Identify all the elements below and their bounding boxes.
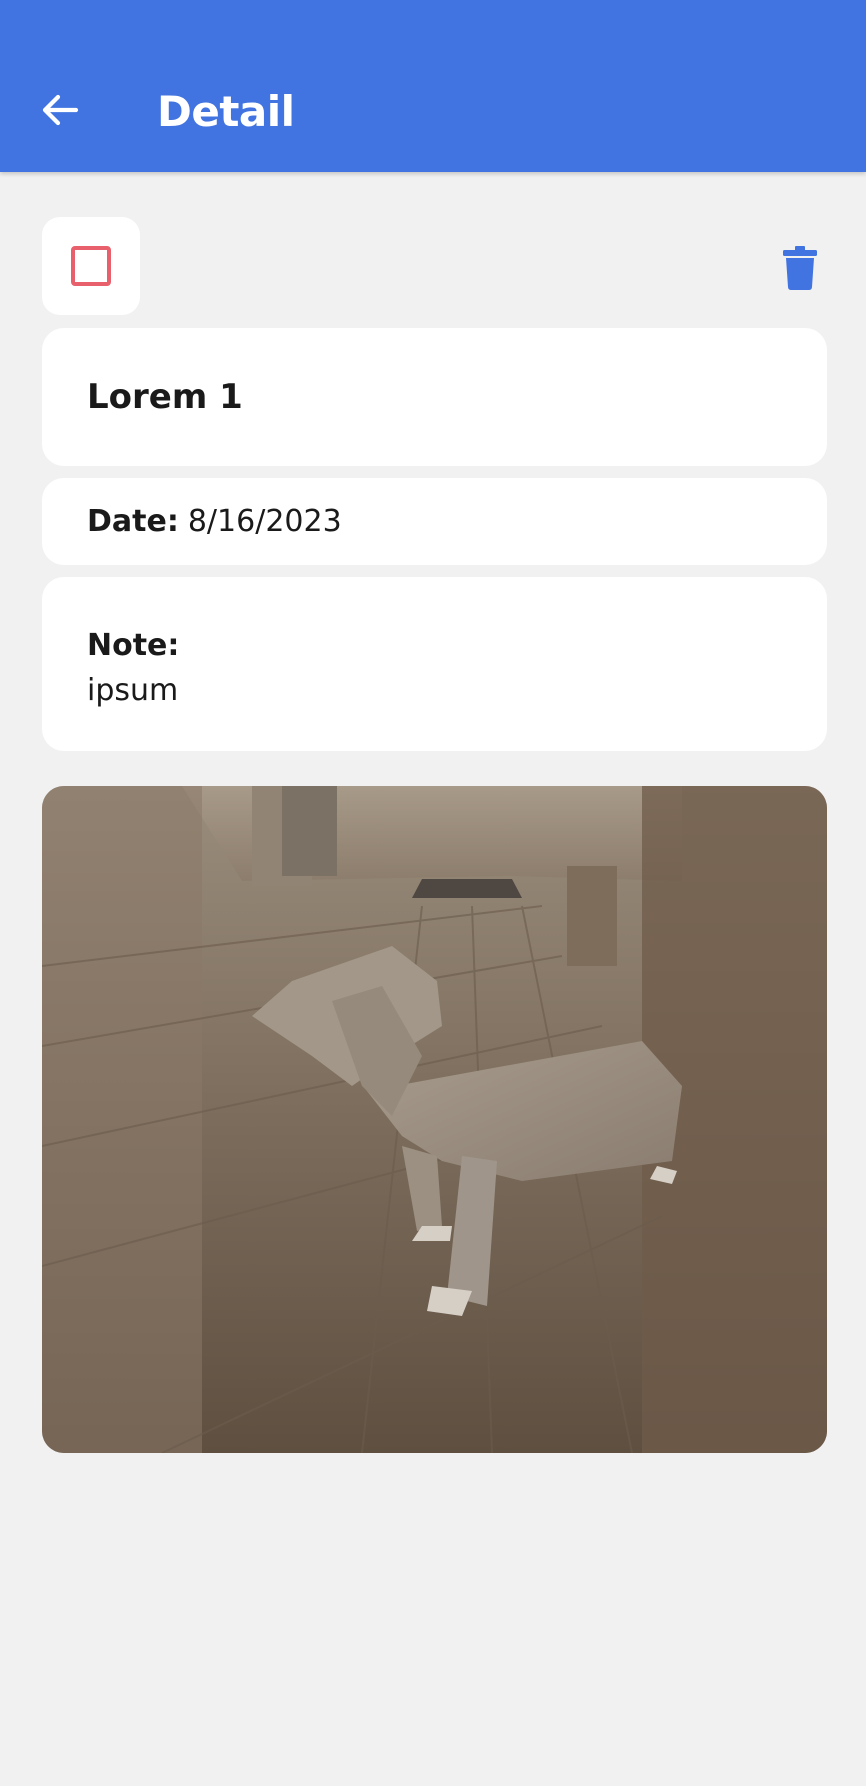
photo-illustration bbox=[42, 786, 827, 1453]
note-card: Note: ipsum bbox=[42, 577, 827, 751]
app-bar: Detail bbox=[0, 0, 866, 172]
trash-icon bbox=[783, 246, 817, 290]
date-value: 8/16/2023 bbox=[187, 504, 342, 539]
arrow-left-icon bbox=[42, 94, 79, 126]
note-value: ipsum bbox=[87, 673, 179, 708]
back-button[interactable] bbox=[28, 78, 92, 142]
completed-checkbox[interactable] bbox=[42, 217, 140, 315]
page-title: Detail bbox=[157, 87, 295, 136]
checkbox-square-icon bbox=[71, 246, 111, 286]
date-label: Date: bbox=[87, 504, 179, 539]
dog-photo bbox=[42, 786, 827, 1453]
delete-button[interactable] bbox=[776, 240, 824, 296]
date-card: Date: 8/16/2023 bbox=[42, 478, 827, 565]
item-title: Lorem 1 bbox=[87, 377, 243, 417]
title-card: Lorem 1 bbox=[42, 328, 827, 466]
note-label: Note: bbox=[87, 628, 180, 663]
